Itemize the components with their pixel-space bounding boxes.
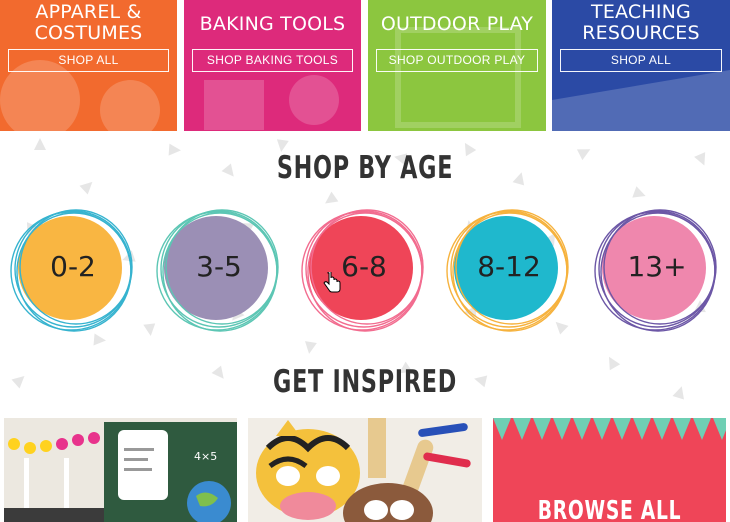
background-triangle <box>93 333 106 346</box>
category-title: OUTDOOR PLAY <box>380 13 534 35</box>
get-inspired-heading: GET INSPIRED <box>273 364 457 400</box>
hand-pointer-cursor-icon <box>323 272 341 293</box>
age-label: 3-5 <box>196 250 242 283</box>
category-tile-outdoor-play[interactable]: OUTDOOR PLAY SHOP OUTDOOR PLAY <box>368 0 546 131</box>
inspired-tile-browse-all[interactable]: BROWSE ALL <box>493 418 726 522</box>
age-label: 6-8 <box>341 250 387 283</box>
background-triangle <box>34 138 46 150</box>
background-triangle <box>143 323 156 336</box>
classroom-illustration: 4×5 <box>4 418 237 522</box>
category-title: TEACHING RESOURCES <box>582 1 700 44</box>
background-triangle <box>79 181 93 195</box>
category-tile-baking-tools[interactable]: BAKING TOOLS SHOP BAKING TOOLS <box>184 0 361 131</box>
background-triangle <box>632 186 646 198</box>
age-circle-3-5[interactable]: 3-5 <box>156 206 282 332</box>
category-title: APPAREL & COSTUMES <box>34 1 143 44</box>
shop-outdoor-play-button[interactable]: SHOP OUTDOOR PLAY <box>376 49 538 72</box>
category-tile-apparel[interactable]: APPAREL & COSTUMES SHOP ALL <box>0 0 177 131</box>
age-circle-0-2[interactable]: 0-2 <box>10 206 136 332</box>
background-triangle <box>672 386 684 400</box>
background-triangle <box>694 152 706 166</box>
browse-all-label: BROWSE ALL <box>537 496 682 522</box>
background-triangle <box>11 375 25 389</box>
inspired-tile-classroom[interactable]: 4×5 <box>4 418 237 522</box>
shop-all-button[interactable]: SHOP ALL <box>8 49 169 72</box>
shop-all-button[interactable]: SHOP ALL <box>560 49 722 72</box>
age-label: 13+ <box>627 250 687 283</box>
age-label: 0-2 <box>50 250 96 283</box>
background-triangle <box>305 341 317 354</box>
inspired-tile-animal-masks[interactable] <box>248 418 482 522</box>
category-tile-teaching-resources[interactable]: TEACHING RESOURCES SHOP ALL <box>552 0 730 131</box>
age-label: 8-12 <box>477 250 541 283</box>
animal-masks-illustration <box>248 418 482 522</box>
shop-by-age-heading: SHOP BY AGE <box>276 150 454 186</box>
age-circle-13-plus[interactable]: 13+ <box>594 206 720 332</box>
svg-text:4×5: 4×5 <box>194 450 217 463</box>
shop-baking-tools-button[interactable]: SHOP BAKING TOOLS <box>192 49 353 72</box>
age-circle-6-8[interactable]: 6-8 <box>301 206 427 332</box>
age-circle-8-12[interactable]: 8-12 <box>446 206 572 332</box>
category-title: BAKING TOOLS <box>199 13 346 35</box>
